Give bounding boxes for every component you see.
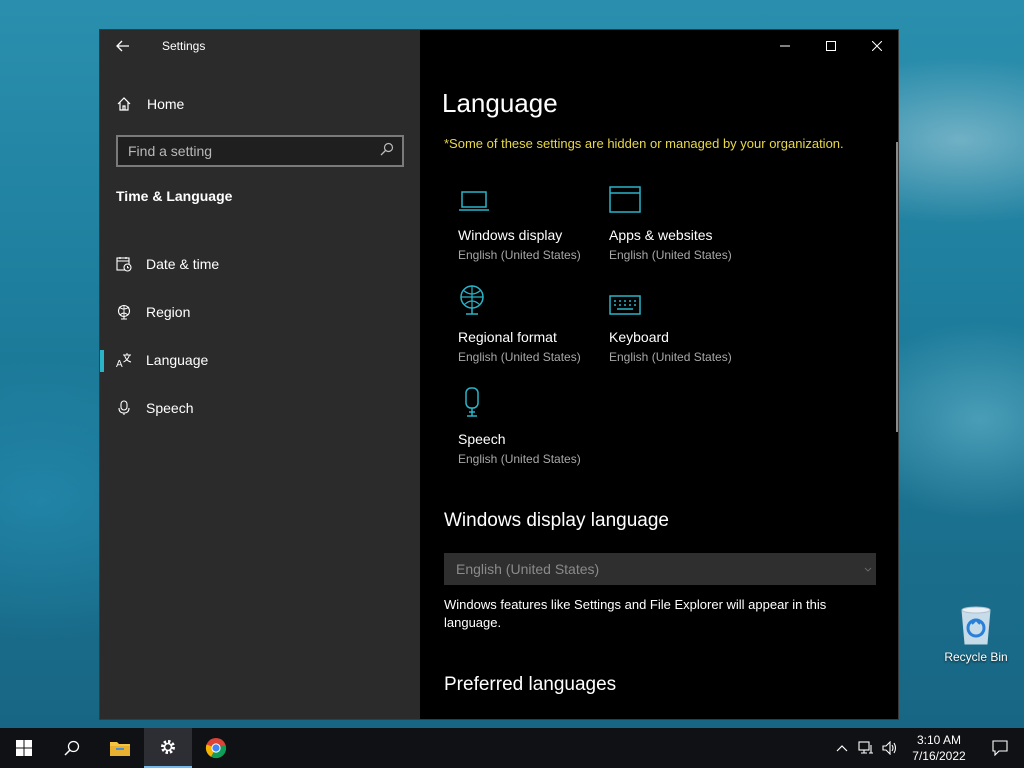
tile-title: Windows display [458, 227, 563, 243]
search-icon [64, 740, 80, 756]
recycle-bin-shortcut[interactable]: Recycle Bin [940, 600, 1012, 664]
tile-subtitle: English (United States) [458, 452, 581, 466]
clock-date: 7/16/2022 [912, 749, 966, 763]
laptop-icon [458, 182, 498, 214]
sidebar-item-region[interactable]: Region [100, 288, 420, 336]
clock[interactable]: 3:10 AM 7/16/2022 [902, 732, 976, 764]
globe-icon [458, 284, 498, 316]
display-language-heading: Windows display language [444, 510, 669, 531]
search-taskbar-button[interactable] [48, 728, 96, 768]
tile-subtitle: English (United States) [609, 350, 732, 364]
settings-taskbar-button[interactable] [144, 728, 192, 768]
system-tray: 3:10 AM 7/16/2022 [830, 728, 1024, 768]
app-title: Settings [162, 39, 206, 53]
tile-subtitle: English (United States) [458, 350, 581, 364]
folder-icon [110, 742, 130, 756]
volume-button[interactable] [878, 728, 902, 768]
home-label: Home [147, 96, 185, 112]
section-title: Time & Language [116, 188, 233, 204]
maximize-icon [826, 41, 836, 51]
tile-windows-display[interactable]: Windows display English (United States) [458, 182, 598, 277]
clock-time: 3:10 AM [916, 733, 962, 747]
chevron-up-icon [836, 745, 848, 752]
search-icon[interactable] [380, 142, 394, 161]
tile-title: Speech [458, 431, 506, 447]
keyboard-icon [609, 284, 649, 316]
close-button[interactable] [854, 30, 898, 62]
tile-apps-websites[interactable]: Apps & websites English (United States) [609, 182, 749, 277]
recycle-bin-label: Recycle Bin [944, 650, 1008, 664]
maximize-button[interactable] [808, 30, 854, 62]
close-icon [872, 41, 882, 51]
tile-speech[interactable]: Speech English (United States) [458, 386, 598, 481]
globe-icon [116, 304, 132, 320]
network-icon [858, 741, 873, 754]
chevron-down-icon [864, 561, 872, 577]
chrome-icon [205, 738, 227, 759]
tile-title: Apps & websites [609, 227, 713, 243]
sidebar-item-speech[interactable]: Speech [100, 384, 420, 432]
tile-subtitle: English (United States) [609, 248, 732, 262]
minimize-button[interactable] [762, 30, 808, 62]
title-bar: Settings [100, 30, 420, 62]
chrome-taskbar-button[interactable] [192, 728, 240, 768]
display-language-description: Windows features like Settings and File … [444, 597, 827, 630]
back-arrow-icon [116, 40, 129, 52]
home-nav-item[interactable]: Home [100, 88, 420, 120]
sidebar-item-date-time[interactable]: Date & time [100, 240, 420, 288]
sidebar-item-language[interactable]: A Language [100, 336, 420, 384]
sidebar: Settings Home Time & Language [100, 30, 420, 719]
tile-keyboard[interactable]: Keyboard English (United States) [609, 284, 749, 379]
speaker-icon [882, 741, 897, 755]
sidebar-item-label: Speech [146, 400, 194, 416]
taskbar: 3:10 AM 7/16/2022 [0, 728, 1024, 768]
browser-window-icon [609, 182, 649, 214]
preferred-languages-heading: Preferred languages [444, 674, 617, 695]
tile-title: Keyboard [609, 329, 669, 345]
display-language-dropdown[interactable]: English (United States) [444, 553, 876, 585]
windows-logo-icon [16, 740, 32, 756]
microphone-icon [116, 400, 132, 416]
gear-icon [161, 740, 175, 754]
calendar-clock-icon [116, 256, 132, 272]
home-icon [116, 96, 132, 112]
back-button[interactable] [100, 30, 146, 62]
svg-text:A: A [116, 359, 123, 368]
dropdown-value: English (United States) [456, 561, 600, 577]
language-icon: A [116, 352, 132, 368]
settings-window: Settings Home Time & Language [99, 29, 899, 720]
show-hidden-icons-button[interactable] [830, 728, 854, 768]
sidebar-item-label: Region [146, 304, 191, 320]
main-content: Language *Some of these settings are hid… [420, 30, 898, 719]
tile-title: Regional format [458, 329, 557, 345]
window-controls [762, 30, 898, 62]
search-input[interactable] [128, 143, 368, 159]
search-box [116, 135, 404, 167]
tile-regional-format[interactable]: Regional format English (United States) [458, 284, 598, 379]
minimize-icon [780, 45, 790, 47]
network-button[interactable] [854, 728, 878, 768]
notification-icon [992, 740, 1008, 756]
sidebar-nav: Date & time Region A Language Speech [100, 240, 420, 432]
sidebar-item-label: Date & time [146, 256, 220, 272]
file-explorer-taskbar-button[interactable] [96, 728, 144, 768]
microphone-icon [458, 386, 498, 418]
managed-notice: *Some of these settings are hidden or ma… [444, 136, 844, 151]
tile-subtitle: English (United States) [458, 248, 581, 262]
action-center-button[interactable] [976, 728, 1024, 768]
start-button[interactable] [0, 728, 48, 768]
sidebar-item-label: Language [146, 352, 209, 368]
recycle-bin-icon [958, 604, 994, 646]
page-title: Language [442, 88, 558, 118]
scrollbar[interactable] [896, 142, 898, 432]
